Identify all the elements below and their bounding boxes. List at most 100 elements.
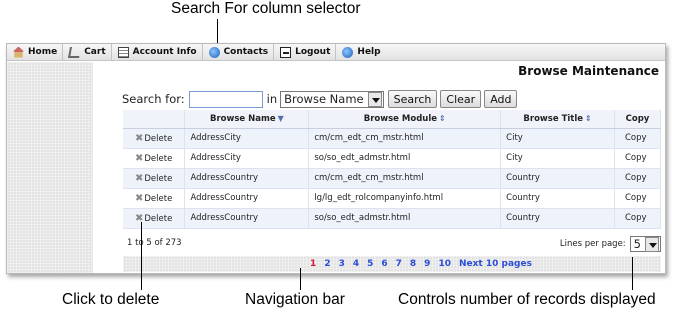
- search-button[interactable]: Search: [387, 90, 438, 108]
- page-link-current[interactable]: 1: [310, 259, 316, 269]
- contacts-icon: [208, 46, 220, 58]
- page-link[interactable]: 7: [396, 259, 402, 269]
- sort-icon: ⇕: [585, 113, 592, 123]
- callout-search-selector: Search For column selector: [171, 0, 361, 17]
- delete-icon: ✖: [135, 172, 144, 184]
- next-pages-link[interactable]: Next 10 pages: [459, 259, 532, 269]
- menu-contacts-label: Contacts: [223, 47, 269, 57]
- browse-name-link[interactable]: AddressCity: [184, 128, 310, 149]
- browse-module: cm/cm_edt_cm_mstr.html: [308, 168, 502, 189]
- browse-title: City: [500, 148, 615, 169]
- chevron-down-icon: [367, 91, 382, 107]
- browse-table: Browse Name ▼ Browse Module ⇕ Browse Title…: [123, 110, 661, 229]
- menu-cart[interactable]: Cart: [63, 43, 112, 61]
- lines-per-page-value: 5: [633, 237, 641, 251]
- table-footer: 1 to 5 of 273 Lines per page: 5: [123, 230, 661, 257]
- copy-link[interactable]: Copy: [614, 148, 661, 169]
- browse-module: so/so_edt_admstr.html: [308, 148, 502, 169]
- page-link[interactable]: 5: [367, 259, 373, 269]
- callout-records-line: [632, 257, 633, 290]
- app-window: Home Cart Account Info Contacts Logout H…: [6, 43, 666, 274]
- page-link[interactable]: 6: [381, 259, 387, 269]
- callout-nav-line: [300, 268, 301, 290]
- menu-cart-label: Cart: [84, 47, 106, 57]
- delete-link[interactable]: ✖Delete: [123, 208, 186, 229]
- callout-click-delete: Click to delete: [62, 291, 160, 308]
- table-row: ✖Delete AddressCountry so/so_edt_admstr.…: [123, 208, 661, 229]
- delete-link[interactable]: ✖Delete: [123, 168, 186, 189]
- callout-records: Controls number of records displayed: [398, 291, 656, 308]
- chevron-down-icon: [645, 236, 659, 252]
- table-row: ✖Delete AddressCity so/so_edt_admstr.htm…: [123, 148, 661, 169]
- delete-icon: ✖: [135, 192, 144, 204]
- header-browse-title[interactable]: Browse Title ⇕: [500, 110, 615, 129]
- delete-icon: ✖: [135, 212, 144, 224]
- page-link[interactable]: 4: [353, 259, 359, 269]
- lines-per-page: Lines per page: 5: [560, 236, 661, 252]
- search-label: Search for:: [122, 92, 185, 106]
- browse-name-link[interactable]: AddressCountry: [184, 188, 310, 209]
- home-icon: [13, 46, 24, 58]
- table-row: ✖Delete AddressCountry cm/cm_edt_cm_mstr…: [123, 168, 661, 189]
- search-column-select[interactable]: Browse Name: [280, 90, 384, 108]
- browse-module: so/so_edt_admstr.html: [308, 208, 502, 229]
- callout-nav-bar: Navigation bar: [245, 291, 345, 308]
- delete-link[interactable]: ✖Delete: [123, 128, 186, 149]
- delete-icon: ✖: [135, 152, 144, 164]
- search-in-label: in: [266, 92, 278, 106]
- copy-link[interactable]: Copy: [614, 168, 661, 189]
- copy-link[interactable]: Copy: [614, 128, 661, 149]
- table-row: ✖Delete AddressCountry lg/lg_edt_rolcomp…: [123, 188, 661, 209]
- page-link[interactable]: 8: [410, 259, 416, 269]
- delete-link[interactable]: ✖Delete: [123, 188, 186, 209]
- browse-title: Country: [500, 188, 615, 209]
- left-panel: [7, 62, 93, 273]
- browse-name-link[interactable]: AddressCity: [184, 148, 310, 169]
- account-icon: [117, 46, 129, 58]
- delete-link[interactable]: ✖Delete: [123, 148, 186, 169]
- page-link[interactable]: 3: [339, 259, 345, 269]
- menu-account-label: Account Info: [132, 47, 197, 57]
- logout-icon: [280, 46, 292, 58]
- menu-logout[interactable]: Logout: [274, 43, 337, 61]
- menu-logout-label: Logout: [295, 47, 331, 57]
- sort-icon: ⇕: [439, 113, 446, 123]
- browse-name-link[interactable]: AddressCountry: [184, 168, 310, 189]
- menu-help-label: Help: [357, 47, 381, 57]
- menu-home[interactable]: Home: [7, 43, 64, 61]
- search-column-value: Browse Name: [284, 92, 364, 106]
- delete-icon: ✖: [135, 132, 144, 144]
- browse-title: Country: [500, 168, 615, 189]
- copy-link[interactable]: Copy: [614, 208, 661, 229]
- menu-account-info[interactable]: Account Info: [112, 43, 203, 61]
- add-button[interactable]: Add: [484, 90, 518, 108]
- lines-per-page-label: Lines per page:: [559, 239, 626, 249]
- page-link[interactable]: 10: [438, 259, 451, 269]
- menu-help[interactable]: Help: [336, 44, 385, 61]
- sort-desc-icon: ▼: [277, 113, 284, 123]
- browse-title: City: [500, 128, 615, 149]
- lines-per-page-select[interactable]: 5: [629, 236, 661, 252]
- browse-name-link[interactable]: AddressCountry: [184, 208, 310, 229]
- pagination-bar: 1 2 3 4 5 6 7 8 9 10 Next 10 pages: [123, 256, 661, 272]
- menu-contacts[interactable]: Contacts: [203, 43, 275, 61]
- table-row: ✖Delete AddressCity cm/cm_edt_cm_mstr.ht…: [123, 128, 661, 149]
- header-copy: Copy: [614, 110, 661, 129]
- browse-module: lg/lg_edt_rolcompanyinfo.html: [308, 188, 502, 209]
- header-delete: [123, 110, 186, 129]
- menu-home-label: Home: [28, 47, 58, 57]
- search-bar: Search for: in Browse Name Search Clear …: [122, 90, 520, 108]
- clear-button[interactable]: Clear: [440, 90, 482, 108]
- callout-delete-line: [141, 222, 142, 290]
- header-browse-name[interactable]: Browse Name ▼: [184, 110, 310, 129]
- browse-title: Country: [500, 208, 615, 229]
- help-icon: [342, 46, 354, 58]
- search-input[interactable]: [188, 90, 263, 108]
- copy-link[interactable]: Copy: [614, 188, 661, 209]
- header-browse-module[interactable]: Browse Module ⇕: [308, 110, 502, 129]
- page-link[interactable]: 2: [324, 259, 330, 269]
- top-menu-bar: Home Cart Account Info Contacts Logout H…: [7, 43, 665, 61]
- browse-module: cm/cm_edt_cm_mstr.html: [308, 128, 502, 149]
- page-link[interactable]: 9: [424, 259, 430, 269]
- page-title: Browse Maintenance: [518, 64, 659, 78]
